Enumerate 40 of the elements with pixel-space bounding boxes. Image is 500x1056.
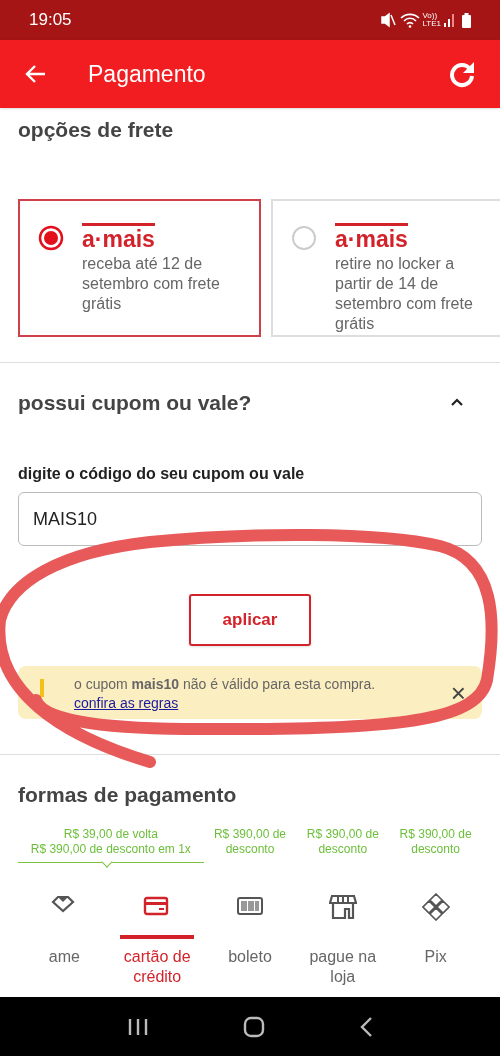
offer-label: R$ 390,00 de desconto	[212, 826, 287, 857]
field-label: digite o código do seu cupom ou vale	[18, 464, 306, 484]
network-label: LTE1	[422, 20, 441, 28]
alert-message: o cupom mais10 não é válido para esta compra.	[74, 675, 376, 694]
offer-label: R$ 39,00 de volta R$ 390,00 de desconto em 1x	[18, 826, 204, 869]
option-description: retire no locker a partir de 14 de setembro com frete grátis	[335, 253, 474, 334]
signal-icon	[444, 13, 456, 27]
recent-apps-icon[interactable]	[127, 1016, 149, 1037]
battery-icon	[462, 12, 471, 28]
coupon-field[interactable]: MAIS10	[18, 492, 482, 546]
refresh-icon[interactable]	[448, 60, 476, 88]
apply-button[interactable]: aplicar	[189, 594, 311, 646]
back-icon[interactable]	[359, 1015, 373, 1038]
shipping-option-card[interactable]: a·mais receba até 12 de setembro com frete grátis	[18, 198, 261, 337]
section-title: opções de frete	[18, 117, 175, 143]
payment-tab[interactable]: Pix	[418, 946, 453, 967]
payment-tab[interactable]: cartão de crédito	[110, 946, 204, 987]
page-title: Pagamento	[88, 59, 207, 89]
shipping-option-card[interactable]: a·mais retire no locker a partir de 14 de setembro com frete grátis	[271, 198, 500, 337]
section-title: formas de pagamento	[17, 782, 238, 808]
brand-logo: a·mais	[335, 222, 408, 252]
wifi-icon	[400, 12, 421, 28]
payment-tab[interactable]: ame	[42, 946, 86, 967]
payment-tab[interactable]: pague na loja	[296, 946, 390, 987]
storefront-icon	[328, 892, 357, 921]
rules-link[interactable]: confira as regras	[74, 695, 179, 711]
chevron-up-icon[interactable]	[450, 397, 464, 408]
home-icon[interactable]	[243, 1015, 265, 1038]
close-button[interactable]: ×	[450, 679, 466, 706]
payment-tab[interactable]: boleto	[222, 946, 278, 967]
clock: 19:05	[29, 9, 72, 32]
mute-icon	[380, 12, 397, 28]
offer-label: R$ 390,00 de desconto	[305, 826, 380, 857]
brand-logo: a·mais	[82, 222, 155, 252]
diamond-grid-icon	[421, 892, 450, 921]
option-description: receba até 12 de setembro com frete grátis	[82, 253, 221, 314]
offer-label: R$ 390,00 de desconto	[398, 826, 473, 857]
radio-button[interactable]	[38, 224, 64, 251]
network-label: Vo))	[422, 12, 438, 20]
section-title: possui cupom ou vale?	[18, 389, 253, 416]
